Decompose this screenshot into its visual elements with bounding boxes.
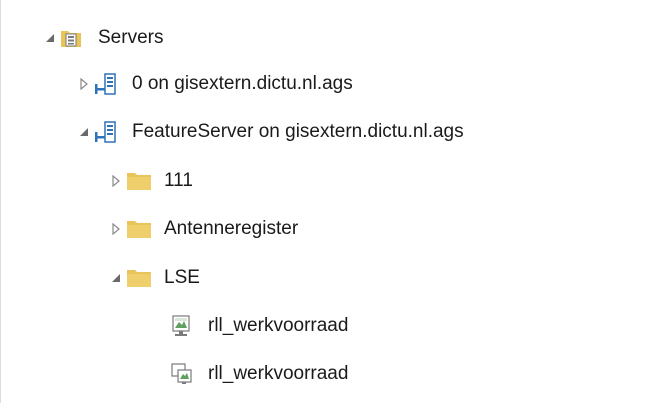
tree-node-service-map[interactable]: rll_werkvoorraad <box>150 310 348 342</box>
tree-node-label: 0 on gisextern.dictu.nl.ags <box>132 73 353 94</box>
folder-icon <box>126 264 156 292</box>
server-folder-icon <box>60 24 90 52</box>
tree-node-folder-lse[interactable]: LSE <box>106 262 200 294</box>
tree-node-servers[interactable]: Servers <box>40 22 163 54</box>
tree-node-label: LSE <box>164 267 200 288</box>
tree-node-label: FeatureServer on gisextern.dictu.nl.ags <box>132 121 464 142</box>
folder-icon <box>126 215 156 243</box>
folder-icon <box>126 167 156 195</box>
collapsed-arrow-icon[interactable] <box>106 169 126 193</box>
expanded-arrow-icon[interactable] <box>74 120 94 144</box>
tree-node-connection-0[interactable]: 0 on gisextern.dictu.nl.ags <box>74 68 353 100</box>
tree-node-label: 111 <box>164 170 193 191</box>
expanded-arrow-icon[interactable] <box>106 266 126 290</box>
tree-node-connection-featureserver[interactable]: FeatureServer on gisextern.dictu.nl.ags <box>74 116 464 148</box>
tree-node-folder-antenneregister[interactable]: Antenneregister <box>106 213 298 245</box>
collapsed-arrow-icon[interactable] <box>74 72 94 96</box>
server-connection-icon <box>94 118 124 146</box>
panel-left-border <box>0 0 1 403</box>
tree-node-label: Antenneregister <box>164 218 299 239</box>
map-service-icon <box>170 312 200 340</box>
tree-node-service-feature[interactable]: rll_werkvoorraad <box>150 358 348 390</box>
tree-node-label: rll_werkvoorraad <box>208 315 349 336</box>
catalog-tree-panel: Servers 0 on gisextern.dictu.nl.ags Feat… <box>0 0 666 403</box>
tree-node-label: Servers <box>98 27 164 48</box>
server-connection-icon <box>94 70 124 98</box>
collapsed-arrow-icon[interactable] <box>106 217 126 241</box>
tree-node-label: rll_werkvoorraad <box>208 363 349 384</box>
tree-node-folder-111[interactable]: 111 <box>106 165 193 197</box>
expanded-arrow-icon[interactable] <box>40 26 60 50</box>
feature-service-icon <box>170 360 200 388</box>
